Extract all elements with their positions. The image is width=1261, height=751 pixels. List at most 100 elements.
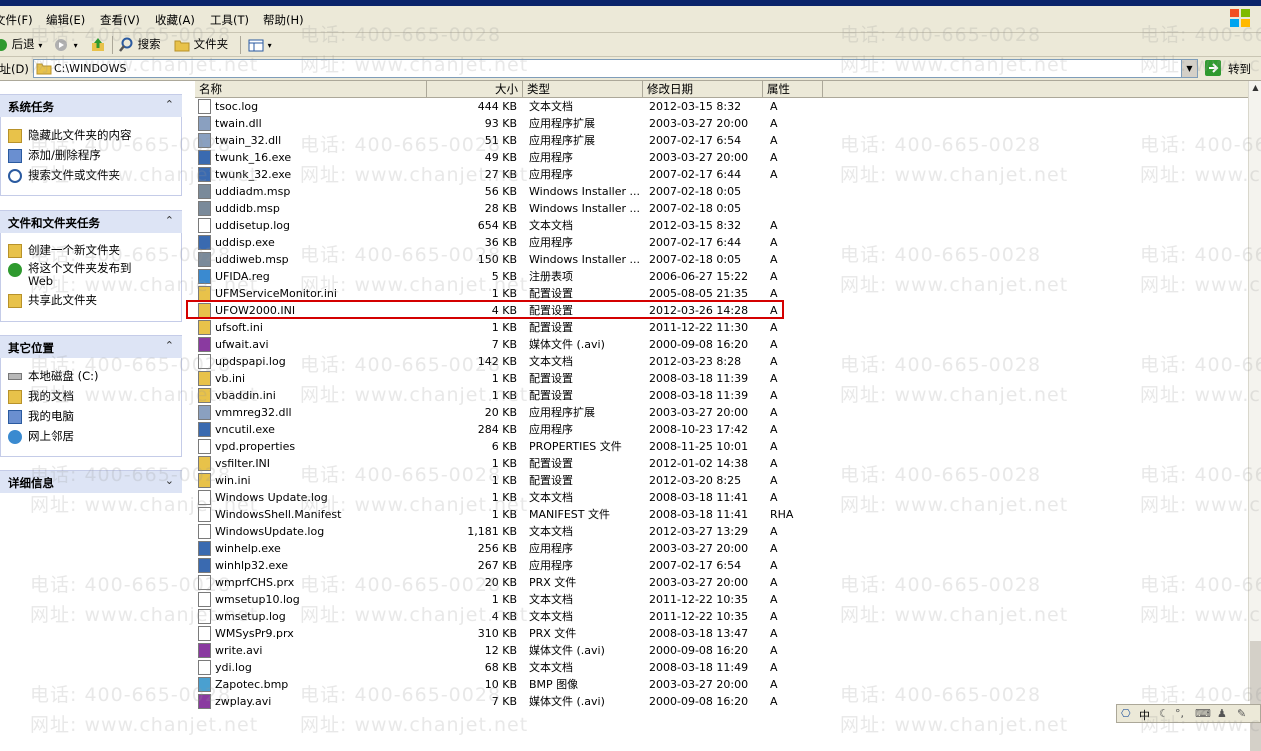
file-icon bbox=[198, 592, 211, 607]
file-row[interactable]: vbaddin.ini 1 KB 配置设置 2008-03-18 11:39 A bbox=[195, 387, 1248, 404]
task-publish-web[interactable]: 将这个文件夹发布到 Web bbox=[8, 262, 138, 288]
file-row[interactable]: twunk_32.exe 27 KB 应用程序 2007-02-17 6:44 A bbox=[195, 166, 1248, 183]
file-row[interactable]: vmmreg32.dll 20 KB 应用程序扩展 2003-03-27 20:00 A bbox=[195, 404, 1248, 421]
file-row[interactable]: vncutil.exe 284 KB 应用程序 2008-10-23 17:42 A bbox=[195, 421, 1248, 438]
file-row[interactable]: twain_32.dll 51 KB 应用程序扩展 2007-02-17 6:54 A bbox=[195, 132, 1248, 149]
file-row[interactable]: uddiweb.msp 150 KB Windows Installer ... 20… bbox=[195, 251, 1248, 268]
file-row[interactable]: WindowsUpdate.log 1,181 KB 文本文档 2012-03-27 … bbox=[195, 523, 1248, 540]
place-my-computer[interactable]: 我的电脑 bbox=[8, 408, 74, 424]
file-name: ufwait.avi bbox=[215, 338, 269, 351]
file-name: uddidb.msp bbox=[215, 202, 280, 215]
file-size: 1 KB bbox=[491, 457, 517, 470]
place-my-documents[interactable]: 我的文档 bbox=[8, 388, 74, 404]
file-size: 256 KB bbox=[477, 542, 517, 555]
task-new-folder[interactable]: 创建一个新文件夹 bbox=[8, 242, 120, 258]
chevron-down-icon[interactable]: ▼ bbox=[1181, 60, 1197, 77]
chevron-down-icon[interactable]: ⌄ bbox=[165, 474, 174, 487]
file-row[interactable]: write.avi 12 KB 媒体文件 (.avi) 2000-09-08 16:2… bbox=[195, 642, 1248, 659]
file-row[interactable]: twunk_16.exe 49 KB 应用程序 2003-03-27 20:00 A bbox=[195, 149, 1248, 166]
column-date[interactable]: 修改日期 bbox=[643, 81, 763, 97]
ime-moon-icon[interactable]: ☾ bbox=[1159, 707, 1169, 720]
task-label: 添加/删除程序 bbox=[28, 148, 101, 162]
file-row[interactable]: winhelp.exe 256 KB 应用程序 2003-03-27 20:00 A bbox=[195, 540, 1248, 557]
file-row[interactable]: vsfilter.INI 1 KB 配置设置 2012-01-02 14:38 A bbox=[195, 455, 1248, 472]
file-attr: A bbox=[770, 695, 778, 708]
place-network[interactable]: 网上邻居 bbox=[8, 428, 74, 444]
panel-header-system-tasks[interactable]: 系统任务 ⌃ bbox=[0, 94, 182, 117]
file-row[interactable]: vb.ini 1 KB 配置设置 2008-03-18 11:39 A bbox=[195, 370, 1248, 387]
ime-keyboard-icon[interactable]: ⌨ bbox=[1195, 707, 1211, 720]
ime-toolbar[interactable]: ⎔ 中 ☾ °, ⌨ ♟ ✎ bbox=[1116, 704, 1261, 723]
views-button[interactable]: ▾ bbox=[248, 36, 272, 53]
file-row[interactable]: ufwait.avi 7 KB 媒体文件 (.avi) 2000-09-08 16:2… bbox=[195, 336, 1248, 353]
file-row[interactable]: WindowsShell.Manifest 1 KB MANIFEST 文件 2008… bbox=[195, 506, 1248, 523]
task-search-files[interactable]: 搜索文件或文件夹 bbox=[8, 167, 120, 183]
file-type: MANIFEST 文件 bbox=[529, 508, 610, 521]
address-input[interactable]: C:\WINDOWS ▼ bbox=[33, 59, 1198, 78]
network-icon bbox=[8, 429, 22, 444]
file-row[interactable]: updspapi.log 142 KB 文本文档 2012-03-23 8:28 A bbox=[195, 353, 1248, 370]
search-button[interactable]: 搜索 bbox=[118, 36, 161, 53]
file-icon bbox=[198, 133, 211, 148]
file-row[interactable]: uddiadm.msp 56 KB Windows Installer ... 200… bbox=[195, 183, 1248, 200]
file-attr: A bbox=[770, 576, 778, 589]
file-row[interactable]: twain.dll 93 KB 应用程序扩展 2003-03-27 20:00 A bbox=[195, 115, 1248, 132]
file-row[interactable]: Windows Update.log 1 KB 文本文档 2008-03-18 11:… bbox=[195, 489, 1248, 506]
file-row[interactable]: uddidb.msp 28 KB Windows Installer ... 2007… bbox=[195, 200, 1248, 217]
file-date: 2007-02-18 0:05 bbox=[649, 202, 742, 215]
ime-user-icon[interactable]: ♟ bbox=[1217, 707, 1227, 720]
file-type: 配置设置 bbox=[529, 474, 573, 487]
file-row[interactable]: uddisp.exe 36 KB 应用程序 2007-02-17 6:44 A bbox=[195, 234, 1248, 251]
file-row[interactable]: wmsetup10.log 1 KB 文本文档 2011-12-22 10:35 A bbox=[195, 591, 1248, 608]
file-row[interactable]: wmprfCHS.prx 20 KB PRX 文件 2003-03-27 20:00 A bbox=[195, 574, 1248, 591]
panel-header-other-places[interactable]: 其它位置 ⌃ bbox=[0, 335, 182, 358]
scroll-up-icon[interactable]: ▲ bbox=[1250, 83, 1261, 92]
menu-help[interactable]: 帮助(H) bbox=[263, 12, 304, 28]
ime-mode[interactable]: 中 bbox=[1139, 707, 1150, 723]
scroll-thumb[interactable] bbox=[1250, 641, 1261, 751]
ime-punct-icon[interactable]: °, bbox=[1175, 707, 1184, 720]
column-name[interactable]: 名称 bbox=[195, 81, 427, 97]
column-size[interactable]: 大小 bbox=[427, 81, 523, 97]
task-label: 搜索文件或文件夹 bbox=[28, 168, 120, 182]
forward-button[interactable]: ▾ bbox=[54, 36, 78, 53]
menu-favorites[interactable]: 收藏(A) bbox=[155, 12, 195, 28]
ime-settings-icon[interactable]: ✎ bbox=[1237, 707, 1246, 720]
back-button[interactable]: 后退 ▾ bbox=[0, 36, 42, 53]
menu-edit[interactable]: 编辑(E) bbox=[46, 12, 85, 28]
go-button[interactable]: 转到 bbox=[1204, 59, 1256, 78]
folders-button[interactable]: 文件夹 bbox=[174, 36, 228, 53]
chevron-up-icon[interactable]: ⌃ bbox=[165, 339, 174, 352]
column-type[interactable]: 类型 bbox=[523, 81, 643, 97]
file-row[interactable]: tsoc.log 444 KB 文本文档 2012-03-15 8:32 A bbox=[195, 98, 1248, 115]
up-folder-button[interactable] bbox=[90, 36, 106, 53]
file-type: PRX 文件 bbox=[529, 576, 577, 589]
chevron-up-icon[interactable]: ⌃ bbox=[165, 98, 174, 111]
file-row[interactable]: vpd.properties 6 KB PROPERTIES 文件 2008-11-2… bbox=[195, 438, 1248, 455]
panel-header-file-tasks[interactable]: 文件和文件夹任务 ⌃ bbox=[0, 210, 182, 233]
file-row[interactable]: win.ini 1 KB 配置设置 2012-03-20 8:25 A bbox=[195, 472, 1248, 489]
file-row[interactable]: WMSysPr9.prx 310 KB PRX 文件 2008-03-18 13:47… bbox=[195, 625, 1248, 642]
file-row[interactable]: ufsoft.ini 1 KB 配置设置 2011-12-22 11:30 A bbox=[195, 319, 1248, 336]
file-row[interactable]: UFIDA.reg 5 KB 注册表项 2006-06-27 15:22 A bbox=[195, 268, 1248, 285]
task-add-remove-programs[interactable]: 添加/删除程序 bbox=[8, 147, 101, 163]
column-attributes[interactable]: 属性 bbox=[763, 81, 823, 97]
menu-tools[interactable]: 工具(T) bbox=[210, 12, 249, 28]
chevron-up-icon[interactable]: ⌃ bbox=[165, 214, 174, 227]
menu-file[interactable]: 文件(F) bbox=[0, 12, 33, 28]
file-row[interactable]: winhlp32.exe 267 KB 应用程序 2007-02-17 6:54 A bbox=[195, 557, 1248, 574]
menu-view[interactable]: 查看(V) bbox=[100, 12, 140, 28]
task-share-folder[interactable]: 共享此文件夹 bbox=[8, 292, 97, 308]
folder-icon bbox=[36, 63, 52, 75]
file-row[interactable]: uddisetup.log 654 KB 文本文档 2012-03-15 8:32 A bbox=[195, 217, 1248, 234]
file-row[interactable]: zwplay.avi 7 KB 媒体文件 (.avi) 2000-09-08 16:2… bbox=[195, 693, 1248, 710]
file-row[interactable]: ydi.log 68 KB 文本文档 2008-03-18 11:49 A bbox=[195, 659, 1248, 676]
file-row[interactable]: Zapotec.bmp 10 KB BMP 图像 2003-03-27 20:00 A bbox=[195, 676, 1248, 693]
vertical-scrollbar[interactable]: ▲ bbox=[1248, 81, 1261, 751]
file-row[interactable]: wmsetup.log 4 KB 文本文档 2011-12-22 10:35 A bbox=[195, 608, 1248, 625]
place-local-disk[interactable]: 本地磁盘 (C:) bbox=[8, 368, 99, 384]
task-hide-folder-contents[interactable]: 隐藏此文件夹的内容 bbox=[8, 127, 132, 143]
panel-header-details[interactable]: 详细信息 ⌄ bbox=[0, 470, 182, 493]
folders-label: 文件夹 bbox=[193, 37, 229, 51]
file-name: WindowsUpdate.log bbox=[215, 525, 325, 538]
